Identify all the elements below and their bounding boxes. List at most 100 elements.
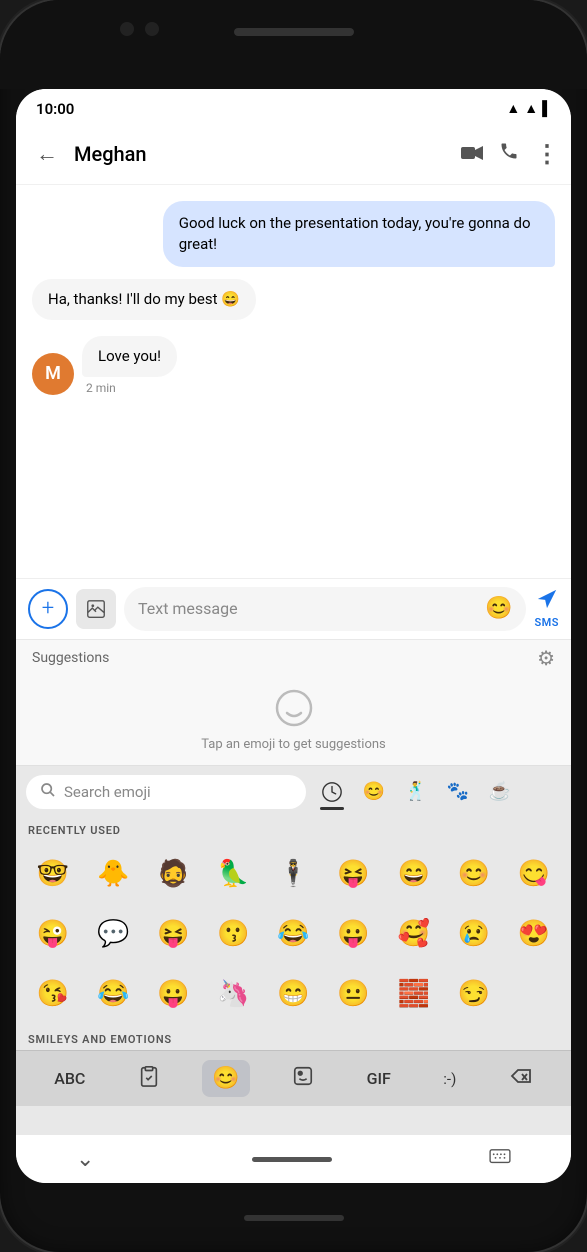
plus-icon: + — [42, 596, 54, 621]
keyboard-backspace-button[interactable] — [499, 1060, 543, 1098]
emoji-suit[interactable]: 🕴 — [264, 845, 322, 903]
abc-label: ABC — [54, 1069, 85, 1088]
contact-name: Meghan — [74, 142, 453, 166]
suggestions-hint-text: Tap an emoji to get suggestions — [201, 737, 386, 752]
emoji-neutral[interactable]: 😐 — [325, 965, 383, 1023]
outgoing-message: Good luck on the presentation today, you… — [163, 201, 555, 267]
category-animals[interactable]: 🐾 — [440, 774, 476, 810]
incoming-group-message: M Love you! 2 min — [32, 336, 177, 395]
emoji-laugh[interactable]: 😂 — [264, 905, 322, 963]
emoji-unicorn[interactable]: 🦄 — [204, 965, 262, 1023]
emoji-joy[interactable]: 😂 — [84, 965, 142, 1023]
emoji-smirk[interactable]: 😏 — [445, 965, 503, 1023]
sticker-icon — [292, 1065, 314, 1092]
bottom-speaker — [244, 1215, 344, 1221]
video-call-button[interactable] — [461, 142, 483, 167]
love-message-bubble: Love you! — [82, 336, 177, 377]
emoji-category-tabs: 😊 🕺 🐾 ☕ — [314, 774, 518, 810]
text-input-container[interactable]: Text message 😊 — [124, 587, 526, 631]
grouped-bubbles: Love you! 2 min — [82, 336, 177, 395]
emoji-hearts[interactable]: 🥰 — [385, 905, 443, 963]
camera-dot-left — [120, 22, 134, 36]
category-recent[interactable] — [314, 774, 350, 810]
messages-area: Good luck on the presentation today, you… — [16, 185, 571, 578]
image-attachment-button[interactable] — [76, 589, 116, 629]
emoji-grin[interactable]: 😄 — [385, 845, 443, 903]
message-timestamp: 2 min — [82, 381, 177, 395]
emoticon-label: :-) — [443, 1070, 456, 1088]
status-time: 10:00 — [36, 100, 74, 118]
keyboard-toggle-button[interactable] — [489, 1148, 511, 1171]
emoji-tongue[interactable]: 😜 — [24, 905, 82, 963]
search-icon — [40, 782, 56, 802]
emoji-tongue2[interactable]: 😛 — [325, 905, 383, 963]
app-bar: ← Meghan ⋮ — [16, 125, 571, 185]
wifi-icon: ▲ — [506, 100, 520, 117]
more-options-button[interactable]: ⋮ — [535, 140, 559, 168]
emoji-kissing[interactable]: 😘 — [24, 965, 82, 1023]
emoji-big-grin[interactable]: 😁 — [264, 965, 322, 1023]
emoji-chick[interactable]: 🐥 — [84, 845, 142, 903]
top-speaker — [234, 28, 354, 36]
smileys-label: SMILEYS AND EMOTIONS — [16, 1027, 571, 1050]
smiley-placeholder-icon — [275, 689, 313, 727]
phone-notch — [0, 0, 587, 89]
phone-call-button[interactable] — [499, 141, 519, 167]
emoji-tongue3[interactable]: 😛 — [144, 965, 202, 1023]
sms-send-button[interactable]: SMS — [534, 588, 559, 629]
recently-used-grid: 🤓 🐥 🧔 🦜 🕴 😝 😄 😊 😋 😜 💬 😝 😗 😂 😛 🥰 😢 😍 😘 — [16, 841, 571, 1027]
emoji-kiss[interactable]: 😗 — [204, 905, 262, 963]
keyboard-emoticon-button[interactable]: :-) — [433, 1064, 466, 1094]
chevron-down-button[interactable]: ⌄ — [76, 1147, 94, 1172]
bottom-nav: ⌄ — [16, 1135, 571, 1183]
suggestions-label: Suggestions — [32, 650, 109, 666]
emoji-keyboard: Search emoji 😊 🕺 🐾 ☕ RECENTLY — [16, 766, 571, 1135]
emoji-search-row: Search emoji 😊 🕺 🐾 ☕ — [16, 766, 571, 818]
emoji-bearded[interactable]: 🧔 — [144, 845, 202, 903]
emoji-picker-button[interactable]: 😊 — [485, 596, 512, 621]
emoji-search-box[interactable]: Search emoji — [26, 775, 306, 809]
search-emoji-placeholder: Search emoji — [64, 783, 151, 801]
status-bar: 10:00 ▲ ▲ ▌ — [16, 89, 571, 125]
emoji-keyboard-icon: 😊 — [212, 1066, 239, 1091]
incoming-message-row: Ha, thanks! I'll do my best 😄 — [32, 279, 256, 320]
emoji-squint[interactable]: 😝 — [144, 905, 202, 963]
status-icons: ▲ ▲ ▌ — [506, 100, 551, 117]
app-bar-actions: ⋮ — [461, 140, 559, 168]
emoji-speech[interactable]: 💬 — [84, 905, 142, 963]
emoji-heart-eyes[interactable]: 😍 — [505, 905, 563, 963]
sms-label: SMS — [534, 616, 559, 629]
keyboard-sticker-button[interactable] — [282, 1059, 324, 1098]
contact-avatar: M — [32, 353, 74, 395]
category-food[interactable]: ☕ — [482, 774, 518, 810]
camera-dot-right — [145, 22, 159, 36]
home-indicator[interactable] — [252, 1157, 332, 1162]
incoming-message-bubble: Ha, thanks! I'll do my best 😄 — [32, 279, 256, 320]
emoji-nerd[interactable]: 🤓 — [24, 845, 82, 903]
text-input-placeholder: Text message — [138, 599, 477, 618]
clipboard-icon — [138, 1065, 160, 1092]
phone-frame: 10:00 ▲ ▲ ▌ ← Meghan — [0, 0, 587, 1252]
keyboard-clipboard-button[interactable] — [128, 1059, 170, 1098]
battery-icon: ▌ — [542, 100, 551, 117]
keyboard-gif-button[interactable]: GIF — [357, 1063, 401, 1094]
add-attachment-button[interactable]: + — [28, 589, 68, 629]
emoji-yum[interactable]: 😋 — [505, 845, 563, 903]
keyboard-abc-button[interactable]: ABC — [44, 1063, 95, 1094]
category-smileys[interactable]: 😊 — [356, 774, 392, 810]
back-button[interactable]: ← — [28, 137, 66, 171]
emoji-cry[interactable]: 😢 — [445, 905, 503, 963]
emoji-brick[interactable]: 🧱 — [385, 965, 443, 1023]
signal-icon: ▲ — [524, 100, 538, 117]
suggestions-bar: Suggestions ⚙ — [16, 639, 571, 676]
send-arrow-icon — [536, 588, 558, 616]
keyboard-emoji-button[interactable]: 😊 — [202, 1060, 249, 1097]
emoji-xd[interactable]: 😝 — [325, 845, 383, 903]
recently-used-label: RECENTLY USED — [16, 818, 571, 841]
suggestions-settings-button[interactable]: ⚙ — [537, 646, 555, 670]
category-people[interactable]: 🕺 — [398, 774, 434, 810]
backspace-icon — [509, 1066, 533, 1092]
emoji-smile[interactable]: 😊 — [445, 845, 503, 903]
keyboard-toolbar: ABC 😊 — [16, 1050, 571, 1106]
emoji-parrot[interactable]: 🦜 — [204, 845, 262, 903]
